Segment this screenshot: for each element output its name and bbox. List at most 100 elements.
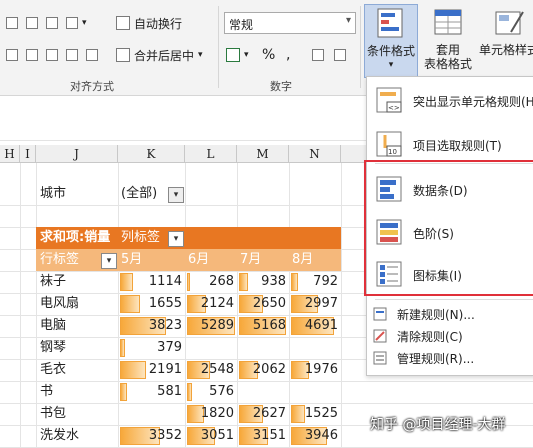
pivot-row-labels: 行标签 xyxy=(40,252,80,267)
decrease-decimal-button[interactable] xyxy=(334,44,350,66)
value-cell[interactable]: 2191 xyxy=(118,359,185,381)
column-header-m[interactable]: M xyxy=(237,145,289,163)
svg-text:10: 10 xyxy=(388,148,397,156)
wrap-text-button[interactable]: 自动换行 xyxy=(116,12,182,34)
value-cell[interactable]: 2997 xyxy=(289,293,341,315)
value-cell[interactable]: 2650 xyxy=(237,293,289,315)
value-cell[interactable]: 1114 xyxy=(118,271,185,293)
value-cell[interactable]: 938 xyxy=(237,271,289,293)
value-cell[interactable]: 1525 xyxy=(289,403,341,425)
value-cell[interactable]: 3352 xyxy=(118,425,185,447)
align-right-button[interactable] xyxy=(46,44,62,66)
align-top-button[interactable] xyxy=(6,12,22,34)
alignment-group-label: 对齐方式 xyxy=(70,80,114,93)
menu-item-manage-rules[interactable]: 管理规则(R)... xyxy=(367,347,533,369)
increase-decimal-button[interactable] xyxy=(312,44,328,66)
decrease-indent-button[interactable] xyxy=(66,44,82,66)
accounting-format-button[interactable]: ▾ xyxy=(226,44,249,66)
column-header-k[interactable]: K xyxy=(118,145,185,163)
manage-rules-icon xyxy=(373,351,387,365)
value-cell[interactable]: 379 xyxy=(118,337,185,359)
value-cell[interactable]: 5168 xyxy=(237,315,289,337)
row-label: 电脑 xyxy=(40,318,67,333)
value-cell[interactable]: 3946 xyxy=(289,425,341,447)
value-cell[interactable]: 2548 xyxy=(185,359,237,381)
align-bottom-icon xyxy=(46,17,58,29)
increase-indent-button[interactable] xyxy=(86,44,102,66)
value-cell[interactable]: 576 xyxy=(185,381,237,403)
pivot-column-labels: 列标签 xyxy=(121,230,161,245)
menu-item-clear-rules[interactable]: 清除规则(C) xyxy=(367,325,533,347)
month-header: 8月 xyxy=(292,252,314,267)
row-label: 钢琴 xyxy=(40,340,67,355)
value-cell[interactable]: 3823 xyxy=(118,315,185,337)
conditional-formatting-label: 条件格式 xyxy=(366,44,415,58)
percent-button[interactable]: % xyxy=(262,44,275,66)
merge-cells-icon xyxy=(116,48,130,62)
cell-styles-button[interactable]: 单元格样式 xyxy=(479,4,533,78)
comma-button[interactable]: , xyxy=(286,44,290,66)
menu-item-top-bottom-rules[interactable]: 10 项目选取规则(T) xyxy=(367,125,533,165)
format-as-table-button[interactable]: 套用 表格格式 xyxy=(420,4,476,78)
value-cell[interactable]: 2627 xyxy=(237,403,289,425)
conditional-formatting-button[interactable]: 条件格式 ▾ xyxy=(364,4,418,78)
row-label: 毛衣 xyxy=(40,362,67,377)
menu-item-highlight-rules[interactable]: <> 突出显示单元格规则(H) xyxy=(367,81,533,121)
value-cell[interactable]: 5289 xyxy=(185,315,237,337)
conditional-formatting-icon xyxy=(375,7,407,41)
wrap-text-icon xyxy=(116,16,130,30)
align-middle-button[interactable] xyxy=(26,12,42,34)
highlight-rules-label: 突出显示单元格规则(H) xyxy=(413,94,533,109)
column-header-l[interactable]: L xyxy=(185,145,237,163)
value-cell[interactable]: 581 xyxy=(118,381,185,403)
column-header-j[interactable]: J xyxy=(36,145,118,163)
format-as-table-label-2: 表格格式 xyxy=(423,57,472,71)
filter-icon[interactable]: ▾ xyxy=(168,231,184,247)
value-cell[interactable]: 4691 xyxy=(289,315,341,337)
text-orientation-icon xyxy=(66,17,78,29)
merge-center-button[interactable]: 合并后居中 ▾ xyxy=(116,44,203,66)
align-top-icon xyxy=(6,17,18,29)
clear-rules-icon xyxy=(373,329,387,343)
value-cell[interactable]: 1655 xyxy=(118,293,185,315)
value-cell[interactable]: 2124 xyxy=(185,293,237,315)
orientation-button[interactable]: ▾ xyxy=(66,12,87,34)
column-header-i[interactable]: I xyxy=(20,145,36,163)
filter-dropdown-icon[interactable]: ▾ xyxy=(168,187,184,203)
align-left-button[interactable] xyxy=(6,44,22,66)
new-rule-label: 新建规则(N)... xyxy=(397,307,475,322)
manage-rules-label: 管理规则(R)... xyxy=(397,351,475,366)
currency-icon xyxy=(226,48,240,62)
value-cell[interactable]: 1976 xyxy=(289,359,341,381)
value-cell[interactable]: 792 xyxy=(289,271,341,293)
decrease-decimal-icon xyxy=(334,49,346,61)
column-header-n[interactable]: N xyxy=(289,145,341,163)
number-format-select[interactable]: 常规 ▾ xyxy=(224,12,356,34)
month-header: 6月 xyxy=(188,252,210,267)
value-cell[interactable]: 3051 xyxy=(185,425,237,447)
top-bottom-rules-icon: 10 xyxy=(375,130,405,160)
row-label: 书 xyxy=(40,384,54,399)
row-filter-icon[interactable]: ▾ xyxy=(101,253,117,269)
align-middle-icon xyxy=(26,17,38,29)
new-rule-icon xyxy=(373,307,387,321)
value-cell[interactable]: 1820 xyxy=(185,403,237,425)
increase-decimal-icon xyxy=(312,49,324,61)
comma-label: , xyxy=(286,47,291,63)
row-label: 电风扇 xyxy=(40,296,80,311)
menu-item-new-rule[interactable]: 新建规则(N)... xyxy=(367,303,533,325)
align-center-button[interactable] xyxy=(26,44,42,66)
month-header: 7月 xyxy=(240,252,262,267)
align-center-icon xyxy=(26,49,38,61)
pivot-filter-value[interactable]: (全部) xyxy=(121,183,157,205)
column-header-h[interactable]: H xyxy=(0,145,20,163)
align-right-icon xyxy=(46,49,58,61)
watermark: 知乎 @项目经理-大群 xyxy=(370,417,506,433)
increase-indent-icon xyxy=(86,49,98,61)
align-bottom-button[interactable] xyxy=(46,12,62,34)
top-bottom-rules-label: 项目选取规则(T) xyxy=(413,138,502,153)
value-cell[interactable]: 3151 xyxy=(237,425,289,447)
value-cell[interactable]: 2062 xyxy=(237,359,289,381)
value-cell[interactable]: 268 xyxy=(185,271,237,293)
menu-divider xyxy=(375,299,533,300)
